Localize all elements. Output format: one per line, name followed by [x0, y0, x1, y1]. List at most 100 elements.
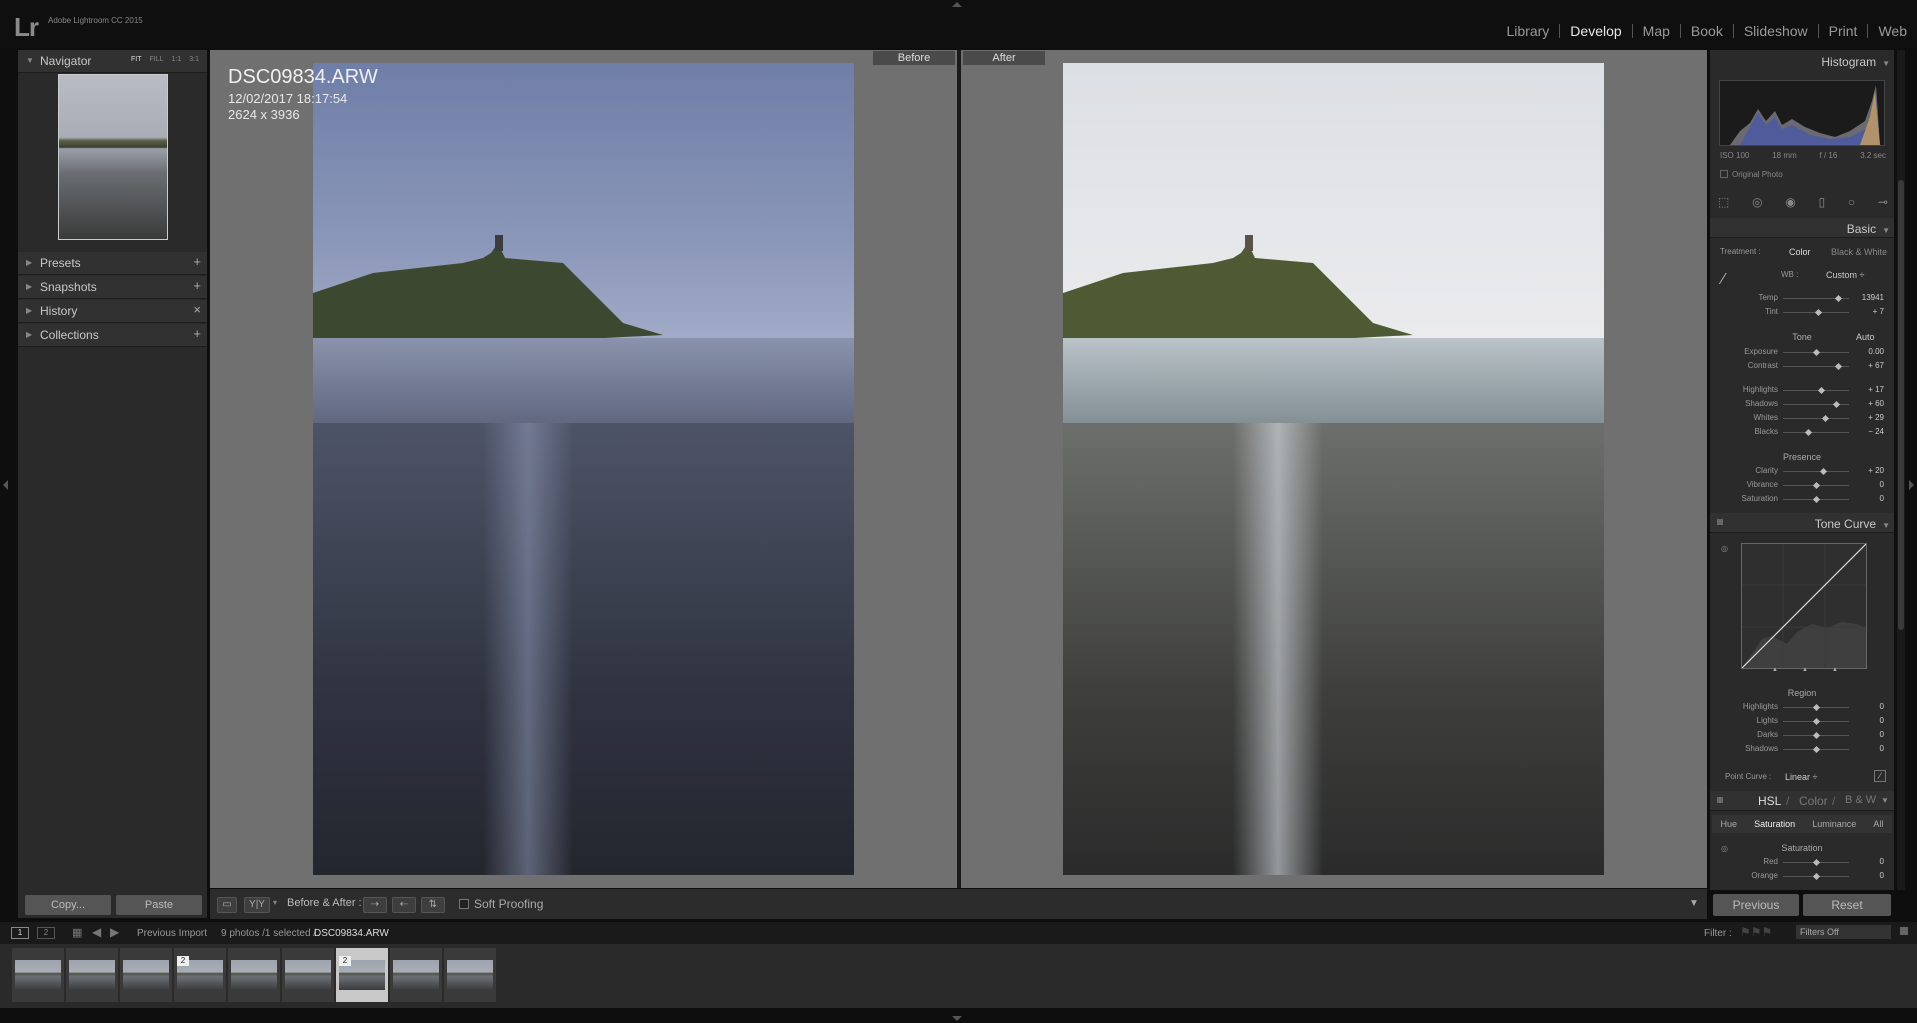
- slider-track[interactable]: [1783, 471, 1849, 472]
- loupe-view-button[interactable]: ▭: [217, 897, 237, 913]
- adjustment-brush-icon[interactable]: ⊸: [1878, 195, 1888, 209]
- slider-value[interactable]: + 60: [1860, 399, 1884, 408]
- module-web[interactable]: Web: [1867, 24, 1917, 38]
- copy-button[interactable]: Copy...: [25, 895, 111, 915]
- reset-button[interactable]: Reset: [1803, 894, 1891, 916]
- curve-split-handle-3[interactable]: ▲: [1832, 667, 1838, 673]
- original-photo-checkbox[interactable]: [1720, 170, 1728, 178]
- slider-value[interactable]: 0: [1860, 494, 1884, 503]
- histogram-header[interactable]: Histogram ▼: [1821, 55, 1890, 69]
- before-photo[interactable]: [313, 63, 854, 875]
- slider-value[interactable]: 0: [1860, 702, 1884, 711]
- zoom-1-1[interactable]: 1:1: [172, 56, 182, 63]
- zoom-3-1[interactable]: 3:1: [189, 56, 199, 63]
- module-book[interactable]: Book: [1679, 24, 1733, 38]
- filmstrip-thumb[interactable]: [444, 948, 496, 1002]
- slider-value[interactable]: 0: [1860, 480, 1884, 489]
- color-tab[interactable]: Color: [1799, 794, 1828, 808]
- wb-preset-select[interactable]: Custom ÷: [1826, 270, 1864, 280]
- point-curve-select[interactable]: Linear ÷: [1785, 772, 1817, 782]
- filter-lock-icon[interactable]: [1900, 927, 1908, 935]
- treatment-bw-option[interactable]: Black & White: [1831, 247, 1887, 257]
- slider-value[interactable]: 0: [1860, 744, 1884, 753]
- target-adjust-icon[interactable]: ◎: [1721, 544, 1728, 553]
- filter-preset-select[interactable]: Filters Off: [1796, 925, 1891, 939]
- slider-value[interactable]: 0: [1860, 716, 1884, 725]
- module-develop[interactable]: Develop: [1559, 24, 1631, 38]
- forward-arrow-icon[interactable]: ▶: [110, 925, 119, 939]
- filmstrip-thumb[interactable]: [282, 948, 334, 1002]
- filmstrip-selected-file[interactable]: DSC09834.ARW: [314, 928, 389, 939]
- slider-track[interactable]: [1783, 418, 1849, 419]
- collections-header[interactable]: ▶ Collections +: [18, 324, 207, 347]
- filmstrip-thumb[interactable]: [390, 948, 442, 1002]
- white-balance-picker-icon[interactable]: ⁄: [1722, 271, 1725, 289]
- all-subtab[interactable]: All: [1873, 815, 1883, 833]
- module-map[interactable]: Map: [1631, 24, 1680, 38]
- basic-header[interactable]: Basic ▼: [1847, 222, 1890, 236]
- auto-tone-button[interactable]: Auto: [1856, 332, 1875, 342]
- hsl-tab[interactable]: HSL: [1758, 794, 1781, 808]
- slider-value[interactable]: + 67: [1860, 361, 1884, 370]
- treatment-color-option[interactable]: Color: [1789, 247, 1811, 257]
- slider-track[interactable]: [1783, 432, 1849, 433]
- radial-filter-icon[interactable]: ○: [1848, 195, 1855, 209]
- filmstrip-thumb[interactable]: [228, 948, 280, 1002]
- crop-tool-icon[interactable]: ⬚: [1718, 195, 1729, 209]
- view-dropdown-icon[interactable]: ▾: [273, 898, 277, 907]
- paste-button[interactable]: Paste: [116, 895, 202, 915]
- collapse-left-icon[interactable]: [3, 480, 8, 490]
- module-print[interactable]: Print: [1817, 24, 1868, 38]
- add-snapshot-icon[interactable]: +: [193, 278, 201, 293]
- filmstrip-thumb[interactable]: [66, 948, 118, 1002]
- history-header[interactable]: ▶ History ×: [18, 300, 207, 323]
- slider-value[interactable]: + 17: [1860, 385, 1884, 394]
- panel-switch-icon[interactable]: [1717, 519, 1723, 525]
- filmstrip-thumb[interactable]: 2: [336, 948, 388, 1002]
- toolbar-options-icon[interactable]: ▼: [1689, 898, 1699, 909]
- collapse-top-icon[interactable]: [952, 2, 962, 7]
- slider-value[interactable]: 0: [1860, 871, 1884, 880]
- slider-value[interactable]: 13941: [1860, 293, 1884, 302]
- zoom-fill[interactable]: FILL: [150, 56, 164, 63]
- soft-proofing-checkbox[interactable]: [459, 899, 469, 909]
- presets-header[interactable]: ▶ Presets +: [18, 252, 207, 275]
- after-photo[interactable]: [1063, 63, 1604, 875]
- slider-value[interactable]: 0: [1860, 857, 1884, 866]
- slider-value[interactable]: 0: [1860, 730, 1884, 739]
- clear-history-icon[interactable]: ×: [193, 302, 201, 317]
- snapshots-header[interactable]: ▶ Snapshots +: [18, 276, 207, 299]
- slider-value[interactable]: + 7: [1860, 307, 1884, 316]
- filmstrip-thumb[interactable]: 2: [174, 948, 226, 1002]
- slider-value[interactable]: + 29: [1860, 413, 1884, 422]
- spot-removal-icon[interactable]: ◎: [1752, 195, 1762, 209]
- module-slideshow[interactable]: Slideshow: [1732, 24, 1818, 38]
- curve-split-handle-1[interactable]: ▲: [1772, 667, 1778, 673]
- add-preset-icon[interactable]: +: [193, 254, 201, 269]
- collapse-triangle-icon[interactable]: ▼: [1881, 796, 1889, 805]
- tone-curve-graph[interactable]: [1741, 543, 1867, 669]
- saturation-subtab[interactable]: Saturation: [1754, 815, 1795, 833]
- slider-value[interactable]: + 20: [1860, 466, 1884, 475]
- histogram-display[interactable]: [1719, 80, 1885, 146]
- screen-2-button[interactable]: 2: [37, 927, 55, 939]
- swap-before-after-button[interactable]: ⇅: [421, 897, 445, 913]
- grid-view-icon[interactable]: ▦: [72, 926, 82, 939]
- scroll-thumb[interactable]: [1898, 180, 1904, 630]
- navigator-header[interactable]: ▼ Navigator FIT FILL 1:1 3:1: [18, 50, 207, 73]
- previous-button[interactable]: Previous: [1713, 894, 1799, 916]
- collapse-bottom-icon[interactable]: [952, 1016, 962, 1021]
- copy-after-to-before-button[interactable]: ⇠: [392, 897, 416, 913]
- panel-switch-icon[interactable]: [1717, 797, 1723, 803]
- module-library[interactable]: Library: [1497, 24, 1560, 38]
- screen-1-button[interactable]: 1: [11, 927, 29, 939]
- red-eye-icon[interactable]: ◉: [1785, 195, 1795, 209]
- filmstrip-thumb[interactable]: [12, 948, 64, 1002]
- add-collection-icon[interactable]: +: [193, 326, 201, 341]
- right-panel-scrollbar[interactable]: [1897, 50, 1905, 890]
- copy-before-to-after-button[interactable]: ⇢: [363, 897, 387, 913]
- back-arrow-icon[interactable]: ◀: [92, 925, 101, 939]
- luminance-subtab[interactable]: Luminance: [1812, 815, 1856, 833]
- filmstrip-source[interactable]: Previous Import: [137, 928, 207, 939]
- tone-curve-header[interactable]: Tone Curve ▼: [1815, 517, 1890, 531]
